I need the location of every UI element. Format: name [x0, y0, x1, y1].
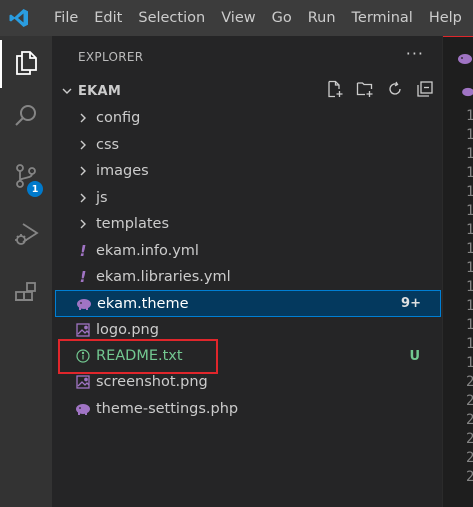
- workspace-folder-name: EKAM: [78, 83, 122, 99]
- line-number: 2: [466, 412, 473, 428]
- explorer-sidebar: EXPLORER ··· EKAM config css images js t…: [52, 36, 442, 507]
- line-number: 2: [466, 393, 473, 409]
- php-elephant-icon: [74, 400, 92, 418]
- tree-item-label: css: [96, 137, 120, 153]
- line-number: 1: [466, 317, 473, 333]
- run-debug-icon: [12, 220, 40, 252]
- line-number: 2: [466, 431, 473, 447]
- line-number: 1: [466, 279, 473, 295]
- php-elephant-icon: [457, 50, 473, 69]
- source-control-activity-button[interactable]: 1: [0, 154, 52, 202]
- tree-item-theme-settings-php[interactable]: theme-settings.php: [52, 396, 442, 422]
- more-actions-button[interactable]: ···: [406, 44, 424, 63]
- problems-count-badge: 9+: [401, 296, 421, 311]
- php-elephant-icon: [75, 295, 93, 313]
- line-number: 1: [466, 260, 473, 276]
- collapse-all-icon: [416, 80, 434, 102]
- yaml-file-icon: !: [79, 242, 87, 260]
- tree-item-label: logo.png: [96, 322, 159, 338]
- tree-item-ekam-theme[interactable]: ekam.theme 9+: [55, 290, 441, 317]
- menu-terminal[interactable]: Terminal: [344, 0, 421, 36]
- tree-item-label: templates: [96, 216, 170, 232]
- tree-item-label: ekam.info.yml: [96, 243, 199, 259]
- image-file-icon: [74, 321, 92, 339]
- tree-item-ekam-info-yml[interactable]: ! ekam.info.yml: [52, 238, 442, 264]
- line-number: 1: [466, 222, 473, 238]
- chevron-down-icon: [60, 84, 74, 98]
- line-number: 2: [466, 374, 473, 390]
- line-number: 1: [466, 203, 473, 219]
- refresh-icon: [386, 80, 404, 102]
- explorer-title: EXPLORER: [78, 50, 144, 64]
- tree-item-js[interactable]: js: [52, 185, 442, 211]
- new-folder-icon: [356, 80, 374, 102]
- tree-item-templates[interactable]: templates: [52, 211, 442, 237]
- breadcrumb-php-icon: [461, 82, 473, 101]
- menu-selection[interactable]: Selection: [130, 0, 213, 36]
- line-number: 1: [466, 165, 473, 181]
- line-number: 1: [466, 336, 473, 352]
- line-number: 1: [466, 108, 473, 124]
- chevron-right-icon: [74, 109, 92, 127]
- tree-item-label: theme-settings.php: [96, 401, 239, 417]
- menu-view[interactable]: View: [213, 0, 263, 36]
- menu-run[interactable]: Run: [300, 0, 344, 36]
- search-icon: [12, 102, 40, 134]
- editor-area: 1 1 1 1 1 1 1 1 1 1 1 1 1 1 2 2 2 2 2 2: [442, 36, 473, 507]
- explorer-activity-button[interactable]: [0, 40, 52, 88]
- search-activity-button[interactable]: [0, 94, 52, 142]
- tree-item-css[interactable]: css: [52, 132, 442, 158]
- tree-item-label: ekam.libraries.yml: [96, 269, 231, 285]
- line-number: 1: [466, 298, 473, 314]
- run-debug-activity-button[interactable]: [0, 212, 52, 260]
- menu-go[interactable]: Go: [264, 0, 300, 36]
- tree-item-label: ekam.theme: [97, 295, 189, 312]
- activity-bar: 1: [0, 36, 52, 507]
- collapse-all-button[interactable]: [414, 80, 436, 102]
- extensions-icon: [12, 280, 40, 312]
- files-icon: [12, 48, 40, 80]
- untracked-status-badge: U: [409, 348, 420, 364]
- tree-item-label: screenshot.png: [96, 374, 208, 390]
- extensions-activity-button[interactable]: [0, 272, 52, 320]
- tree-item-ekam-libraries-yml[interactable]: ! ekam.libraries.yml: [52, 264, 442, 290]
- new-folder-button[interactable]: [354, 80, 376, 102]
- menu-file[interactable]: File: [46, 0, 86, 36]
- chevron-right-icon: [74, 189, 92, 207]
- new-file-icon: [326, 80, 344, 102]
- tab-strip: [443, 36, 473, 76]
- menu-help[interactable]: Help: [421, 0, 470, 36]
- new-file-button[interactable]: [324, 80, 346, 102]
- highlight-annotation-box: [58, 339, 218, 374]
- title-bar: File Edit Selection View Go Run Terminal…: [0, 0, 473, 36]
- menu-edit[interactable]: Edit: [86, 0, 130, 36]
- chevron-right-icon: [74, 215, 92, 233]
- yaml-file-icon: !: [79, 268, 87, 286]
- line-number: 1: [466, 184, 473, 200]
- workspace-folder-header[interactable]: EKAM: [52, 80, 442, 102]
- tree-item-label: js: [96, 190, 108, 206]
- image-file-icon: [74, 373, 92, 391]
- line-number: 1: [466, 241, 473, 257]
- line-number: 1: [466, 355, 473, 371]
- chevron-right-icon: [74, 136, 92, 154]
- line-number: 2: [466, 469, 473, 485]
- line-number: 2: [466, 450, 473, 466]
- vscode-logo-icon: [8, 7, 30, 29]
- refresh-button[interactable]: [384, 80, 406, 102]
- tree-item-label: config: [96, 110, 141, 126]
- chevron-right-icon: [74, 162, 92, 180]
- line-number: 1: [466, 127, 473, 143]
- tree-item-config[interactable]: config: [52, 105, 442, 131]
- editor-tab-ekam-theme[interactable]: [443, 36, 473, 76]
- line-number: 1: [466, 146, 473, 162]
- source-control-badge: 1: [27, 181, 43, 197]
- tree-item-label: images: [96, 163, 149, 179]
- tree-item-images[interactable]: images: [52, 158, 442, 184]
